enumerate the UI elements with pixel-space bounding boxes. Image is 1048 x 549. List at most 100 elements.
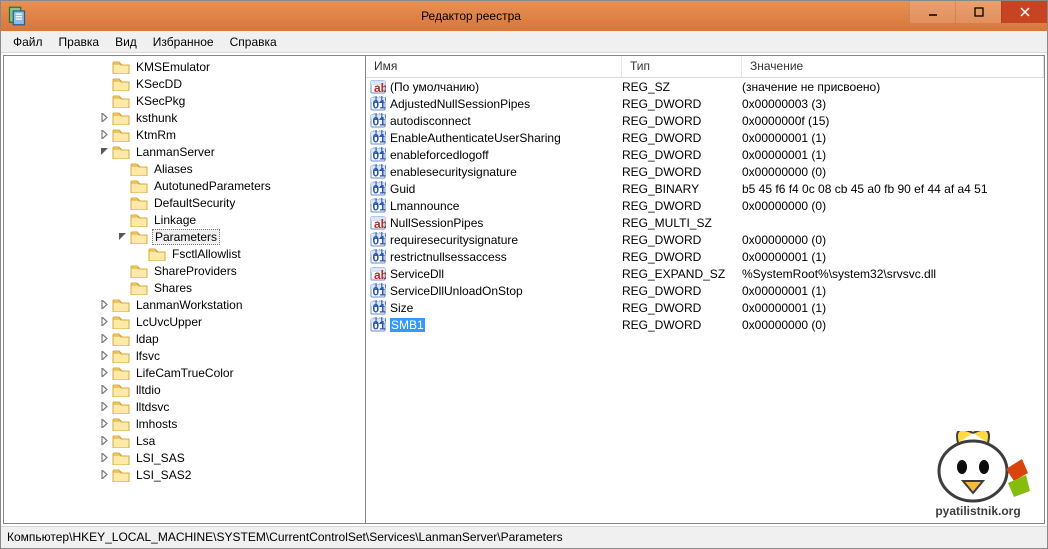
- expand-icon[interactable]: [98, 350, 110, 362]
- folder-icon: [112, 417, 130, 431]
- string-value-icon: [370, 79, 386, 95]
- value-data: 0x00000001 (1): [742, 131, 1044, 145]
- registry-tree[interactable]: KMSEmulatorKSecDDKSecPkgksthunkKtmRmLanm…: [4, 56, 366, 523]
- tree-node[interactable]: ksthunk: [4, 109, 365, 126]
- tree-node[interactable]: lltdio: [4, 381, 365, 398]
- folder-icon: [112, 451, 130, 465]
- tree-node[interactable]: KMSEmulator: [4, 58, 365, 75]
- tree-node-label: LifeCamTrueColor: [134, 366, 236, 380]
- tree-node[interactable]: KtmRm: [4, 126, 365, 143]
- value-row[interactable]: GuidREG_BINARYb5 45 f6 f4 0c 08 cb 45 a0…: [366, 180, 1044, 197]
- maximize-button[interactable]: [955, 1, 1001, 23]
- tree-node[interactable]: lmhosts: [4, 415, 365, 432]
- tree-node[interactable]: Shares: [4, 279, 365, 296]
- tree-node-label: Aliases: [152, 162, 195, 176]
- tree-spacer: [98, 61, 110, 73]
- col-name[interactable]: Имя: [366, 56, 622, 77]
- tree-node[interactable]: FsctlAllowlist: [4, 245, 365, 262]
- value-rows[interactable]: (По умолчанию)REG_SZ(значение не присвое…: [366, 78, 1044, 523]
- value-data: 0x00000000 (0): [742, 233, 1044, 247]
- expand-icon[interactable]: [98, 112, 110, 124]
- tree-node[interactable]: LcUvcUpper: [4, 313, 365, 330]
- menubar: Файл Правка Вид Избранное Справка: [1, 31, 1047, 53]
- value-row[interactable]: EnableAuthenticateUserSharingREG_DWORD0x…: [366, 129, 1044, 146]
- expand-icon[interactable]: [98, 129, 110, 141]
- value-row[interactable]: (По умолчанию)REG_SZ(значение не присвое…: [366, 78, 1044, 95]
- expand-icon[interactable]: [98, 435, 110, 447]
- value-row[interactable]: LmannounceREG_DWORD0x00000000 (0): [366, 197, 1044, 214]
- tree-node[interactable]: Linkage: [4, 211, 365, 228]
- expand-icon[interactable]: [98, 384, 110, 396]
- value-row[interactable]: requiresecuritysignatureREG_DWORD0x00000…: [366, 231, 1044, 248]
- expand-icon[interactable]: [98, 401, 110, 413]
- titlebar[interactable]: Редактор реестра: [1, 1, 1047, 31]
- collapse-icon[interactable]: [98, 146, 110, 158]
- dword-value-icon: [370, 198, 386, 214]
- expand-icon[interactable]: [98, 316, 110, 328]
- minimize-button[interactable]: [909, 1, 955, 23]
- tree-node[interactable]: lfsvc: [4, 347, 365, 364]
- expand-icon[interactable]: [98, 418, 110, 430]
- folder-icon: [112, 383, 130, 397]
- folder-icon: [112, 468, 130, 482]
- tree-node[interactable]: AutotunedParameters: [4, 177, 365, 194]
- tree-node[interactable]: LanmanServer: [4, 143, 365, 160]
- value-row[interactable]: SMB1REG_DWORD0x00000000 (0): [366, 316, 1044, 333]
- col-type[interactable]: Тип: [622, 56, 742, 77]
- tree-node-label: Lsa: [134, 434, 157, 448]
- tree-node[interactable]: KSecDD: [4, 75, 365, 92]
- expand-icon[interactable]: [98, 452, 110, 464]
- tree-node-label: ksthunk: [134, 111, 179, 125]
- value-row[interactable]: restrictnullsessaccessREG_DWORD0x0000000…: [366, 248, 1044, 265]
- collapse-icon[interactable]: [116, 231, 128, 243]
- value-name: autodisconnect: [390, 114, 471, 128]
- tree-node[interactable]: LifeCamTrueColor: [4, 364, 365, 381]
- tree-node[interactable]: lltdsvc: [4, 398, 365, 415]
- tree-node[interactable]: DefaultSecurity: [4, 194, 365, 211]
- tree-node-label: Shares: [152, 281, 194, 295]
- dword-value-icon: [370, 147, 386, 163]
- expand-icon[interactable]: [98, 469, 110, 481]
- tree-node-label: lmhosts: [134, 417, 179, 431]
- tree-node-label: KSecPkg: [134, 94, 187, 108]
- folder-icon: [130, 196, 148, 210]
- value-type: REG_DWORD: [622, 233, 742, 247]
- menu-edit[interactable]: Правка: [51, 33, 108, 51]
- value-type: REG_MULTI_SZ: [622, 216, 742, 230]
- expand-icon[interactable]: [98, 367, 110, 379]
- tree-node[interactable]: LSI_SAS: [4, 449, 365, 466]
- menu-view[interactable]: Вид: [107, 33, 145, 51]
- value-row[interactable]: NullSessionPipesREG_MULTI_SZ: [366, 214, 1044, 231]
- tree-node[interactable]: Aliases: [4, 160, 365, 177]
- folder-icon: [112, 298, 130, 312]
- tree-node[interactable]: KSecPkg: [4, 92, 365, 109]
- list-header[interactable]: Имя Тип Значение: [366, 56, 1044, 78]
- expand-icon[interactable]: [98, 299, 110, 311]
- tree-node[interactable]: Parameters: [4, 228, 365, 245]
- value-row[interactable]: ServiceDllUnloadOnStopREG_DWORD0x0000000…: [366, 282, 1044, 299]
- value-row[interactable]: autodisconnectREG_DWORD0x0000000f (15): [366, 112, 1044, 129]
- value-row[interactable]: ServiceDllREG_EXPAND_SZ%SystemRoot%\syst…: [366, 265, 1044, 282]
- tree-node-label: ShareProviders: [152, 264, 239, 278]
- tree-node[interactable]: LanmanWorkstation: [4, 296, 365, 313]
- value-row[interactable]: AdjustedNullSessionPipesREG_DWORD0x00000…: [366, 95, 1044, 112]
- col-value[interactable]: Значение: [742, 56, 1044, 77]
- value-row[interactable]: enablesecuritysignatureREG_DWORD0x000000…: [366, 163, 1044, 180]
- folder-icon: [130, 179, 148, 193]
- close-button[interactable]: [1001, 1, 1047, 23]
- menu-file[interactable]: Файл: [5, 33, 51, 51]
- value-row[interactable]: enableforcedlogoffREG_DWORD0x00000001 (1…: [366, 146, 1044, 163]
- value-row[interactable]: SizeREG_DWORD0x00000001 (1): [366, 299, 1044, 316]
- tree-node[interactable]: Lsa: [4, 432, 365, 449]
- tree-node[interactable]: LSI_SAS2: [4, 466, 365, 483]
- expand-icon[interactable]: [98, 333, 110, 345]
- tree-node[interactable]: ShareProviders: [4, 262, 365, 279]
- menu-help[interactable]: Справка: [222, 33, 285, 51]
- menu-favorites[interactable]: Избранное: [145, 33, 222, 51]
- tree-node-label: Parameters: [152, 229, 220, 245]
- dword-value-icon: [370, 283, 386, 299]
- tree-node[interactable]: ldap: [4, 330, 365, 347]
- value-data: 0x0000000f (15): [742, 114, 1044, 128]
- tree-spacer: [116, 197, 128, 209]
- value-type: REG_DWORD: [622, 165, 742, 179]
